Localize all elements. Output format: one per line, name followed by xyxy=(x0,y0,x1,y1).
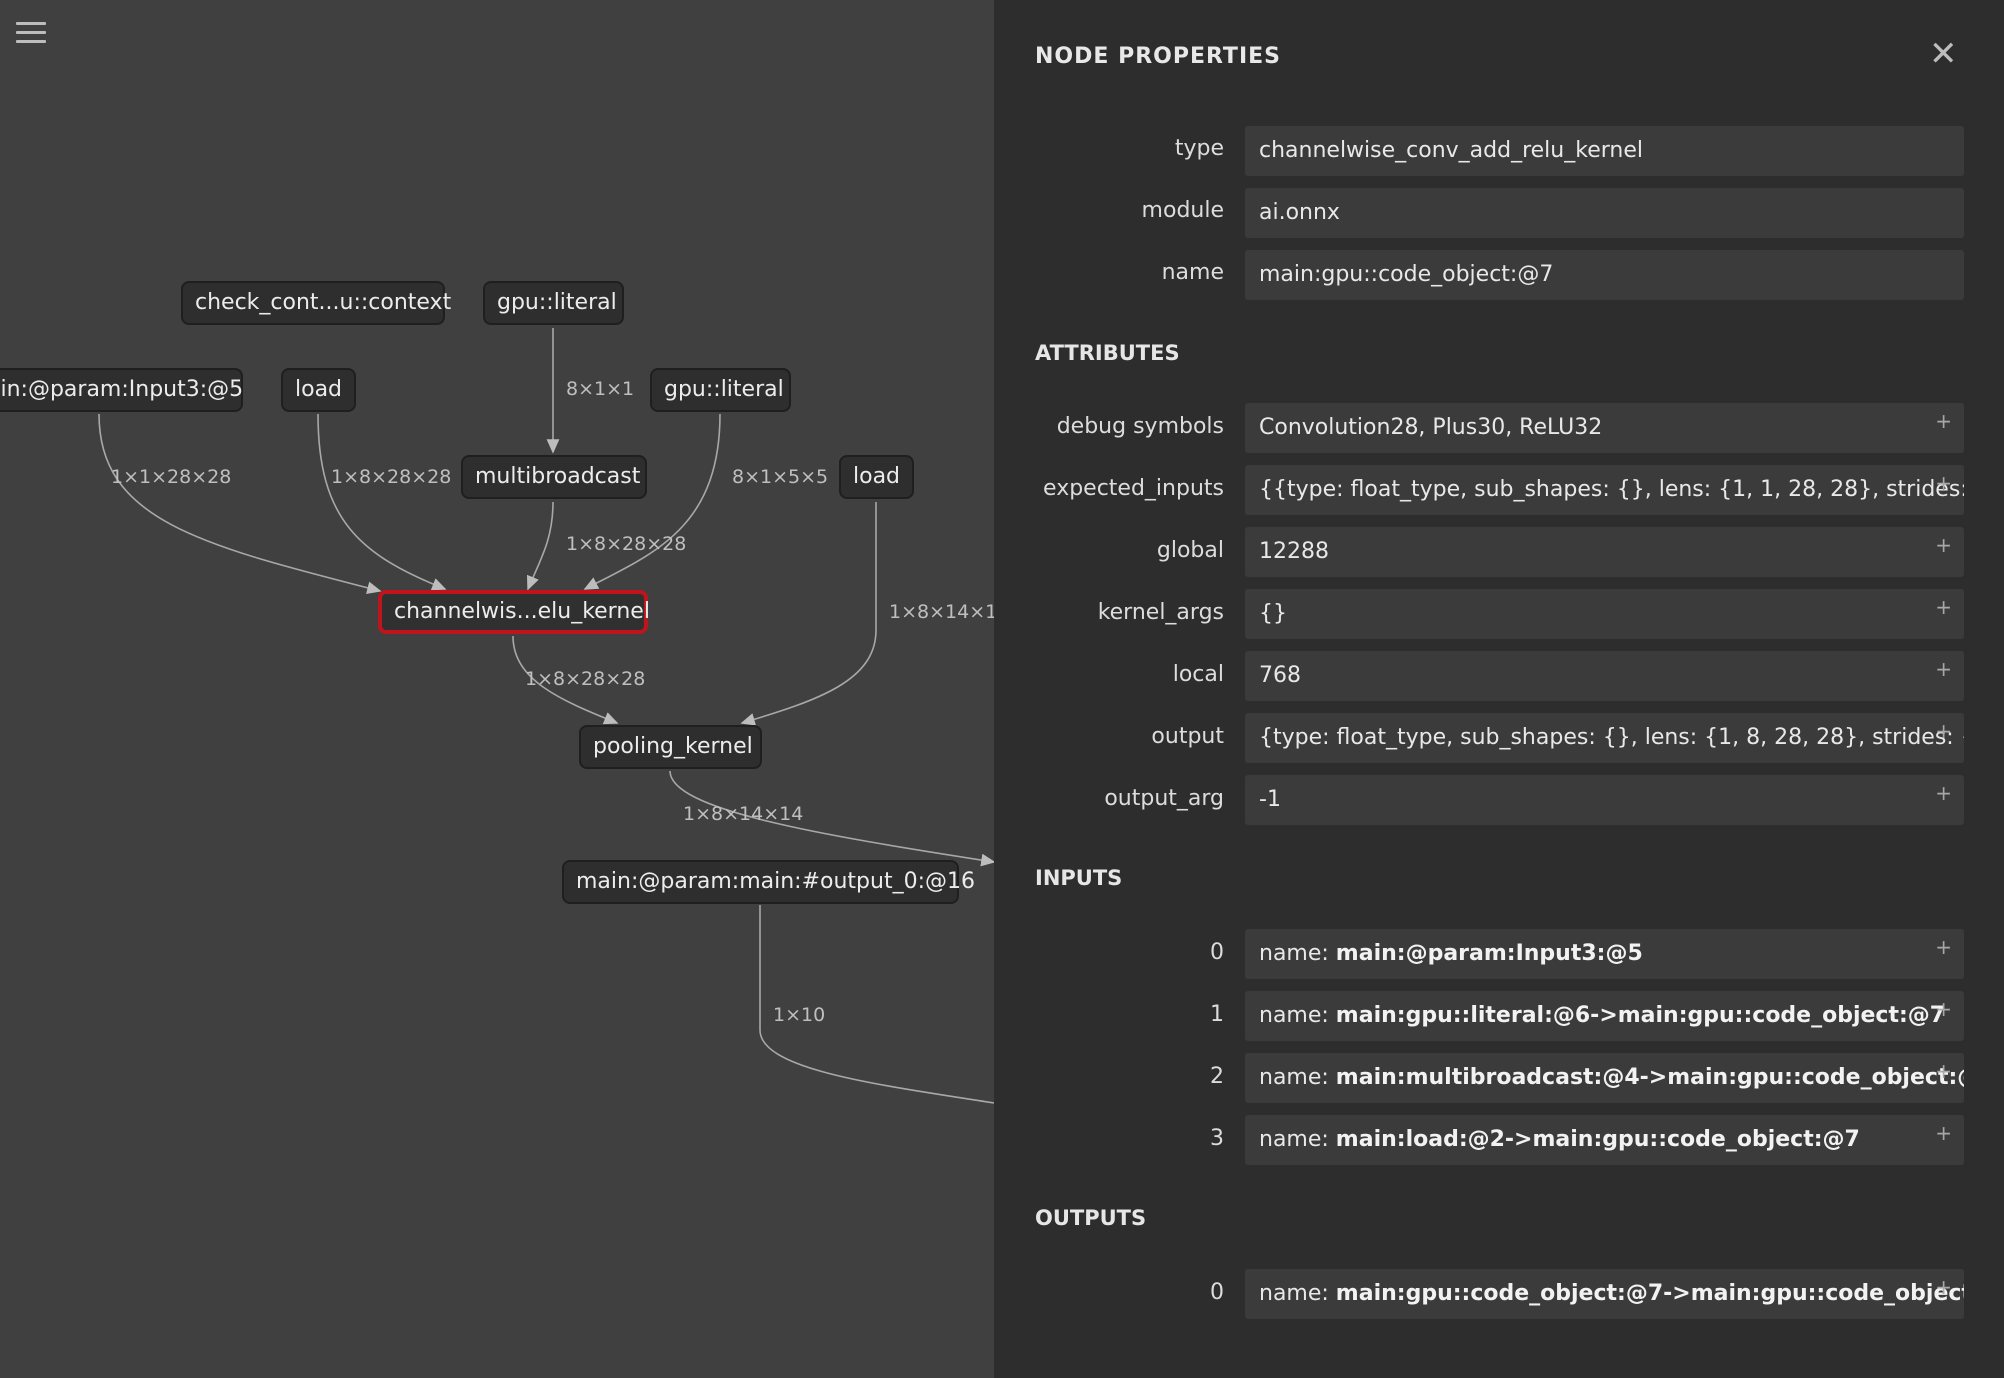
output-index: 0 xyxy=(1210,1280,1224,1305)
edge-literal2-to-channelwise xyxy=(583,413,721,590)
node-pooling-kernel[interactable]: pooling_kernel xyxy=(579,725,762,769)
node-output-param[interactable]: main:@param:main:#output_0:@16 xyxy=(562,860,975,904)
property-value-module: ai.onnx xyxy=(1245,188,1964,238)
input-value: name: main:gpu::literal:@6->main:gpu::co… xyxy=(1245,991,1964,1041)
property-value-name: main:gpu::code_object:@7 xyxy=(1245,250,1964,300)
node-channelwise-kernel[interactable]: channelwis...elu_kernel xyxy=(378,590,650,634)
input-index: 0 xyxy=(1210,940,1224,965)
input-value: name: main:multibroadcast:@4->main:gpu::… xyxy=(1245,1053,1964,1103)
edge-label: 1×8×28×28 xyxy=(566,533,687,555)
edge-multibroadcast-to-channelwise xyxy=(526,501,554,591)
expand-icon[interactable]: + xyxy=(1935,651,1952,694)
expand-icon[interactable]: + xyxy=(1935,1053,1952,1096)
node-param-input3[interactable]: ain:@param:Input3:@5 xyxy=(0,368,243,412)
input-index: 3 xyxy=(1210,1126,1224,1151)
expand-icon[interactable]: + xyxy=(1935,1269,1952,1312)
edge-label: 1×8×28×28 xyxy=(525,668,646,690)
property-label-module: module xyxy=(1141,198,1224,223)
node-load-2[interactable]: load xyxy=(839,455,914,499)
expand-icon[interactable]: + xyxy=(1935,527,1952,570)
node-load[interactable]: load xyxy=(281,368,356,412)
edge-label: 1×8×14×14 xyxy=(889,601,994,623)
edge-label: 1×10 xyxy=(773,1004,826,1026)
edge-label: 8×1×1 xyxy=(566,378,635,400)
property-label-type: type xyxy=(1174,136,1224,161)
property-label-name: name xyxy=(1161,260,1224,285)
panel-title: NODE PROPERTIES xyxy=(1035,44,1281,69)
expand-icon[interactable]: + xyxy=(1935,775,1952,818)
attribute-value: 12288 + xyxy=(1245,527,1964,577)
node-check-context[interactable]: check_cont...u::context xyxy=(181,281,451,325)
attribute-value: {{type: float_type, sub_shapes: {}, lens… xyxy=(1245,465,1964,515)
property-value-type: channelwise_conv_add_relu_kernel xyxy=(1245,126,1964,176)
attributes-section-title: ATTRIBUTES xyxy=(1035,341,1180,365)
hamburger-menu-icon[interactable] xyxy=(16,22,46,48)
attribute-value: Convolution28, Plus30, ReLU32 + xyxy=(1245,403,1964,453)
graph-edges xyxy=(98,328,994,1104)
attribute-value: -1 + xyxy=(1245,775,1964,825)
attribute-label: kernel_args xyxy=(1097,600,1224,625)
node-properties-panel: NODE PROPERTIES ✕ type channelwise_conv_… xyxy=(994,0,2004,1378)
attribute-value: 768 + xyxy=(1245,651,1964,701)
expand-icon[interactable]: + xyxy=(1935,465,1952,508)
edge-label: 1×1×28×28 xyxy=(111,466,232,488)
input-index: 1 xyxy=(1210,1002,1224,1027)
attribute-label: global xyxy=(1156,538,1224,563)
input-value: name: main:@param:Input3:@5 + xyxy=(1245,929,1964,979)
attribute-label: output xyxy=(1151,724,1224,749)
node-gpu-literal[interactable]: gpu::literal xyxy=(483,281,624,325)
edge-label: 8×1×5×5 xyxy=(732,466,829,488)
edge-load2-to-pooling xyxy=(740,502,877,726)
outputs-section-title: OUTPUTS xyxy=(1035,1206,1147,1230)
expand-icon[interactable]: + xyxy=(1935,1115,1952,1158)
node-multibroadcast[interactable]: multibroadcast xyxy=(461,455,647,499)
attribute-label: expected_inputs xyxy=(1043,476,1224,501)
input-value: name: main:load:@2->main:gpu::code_objec… xyxy=(1245,1115,1964,1165)
input-index: 2 xyxy=(1210,1064,1224,1089)
attribute-value: {} + xyxy=(1245,589,1964,639)
expand-icon[interactable]: + xyxy=(1935,929,1952,972)
edge-load-to-channelwise xyxy=(317,413,447,591)
edge-label: 1×8×28×28 xyxy=(331,466,452,488)
graph-canvas[interactable]: check_cont...u::context gpu::literal ain… xyxy=(0,0,994,1378)
expand-icon[interactable]: + xyxy=(1935,713,1952,756)
close-icon[interactable]: ✕ xyxy=(1929,34,1958,74)
expand-icon[interactable]: + xyxy=(1935,991,1952,1034)
expand-icon[interactable]: + xyxy=(1935,589,1952,632)
attribute-label: output_arg xyxy=(1104,786,1224,811)
edge-param-to-channelwise xyxy=(98,413,382,595)
output-value: name: main:gpu::code_object:@7->main:gpu… xyxy=(1245,1269,1964,1319)
attribute-label: debug symbols xyxy=(1056,414,1224,439)
node-gpu-literal-2[interactable]: gpu::literal xyxy=(650,368,791,412)
attribute-label: local xyxy=(1172,662,1224,687)
expand-icon[interactable]: + xyxy=(1935,403,1952,446)
edge-label: 1×8×14×14 xyxy=(683,803,804,825)
inputs-section-title: INPUTS xyxy=(1035,866,1123,890)
attribute-value: {type: float_type, sub_shapes: {}, lens:… xyxy=(1245,713,1964,763)
